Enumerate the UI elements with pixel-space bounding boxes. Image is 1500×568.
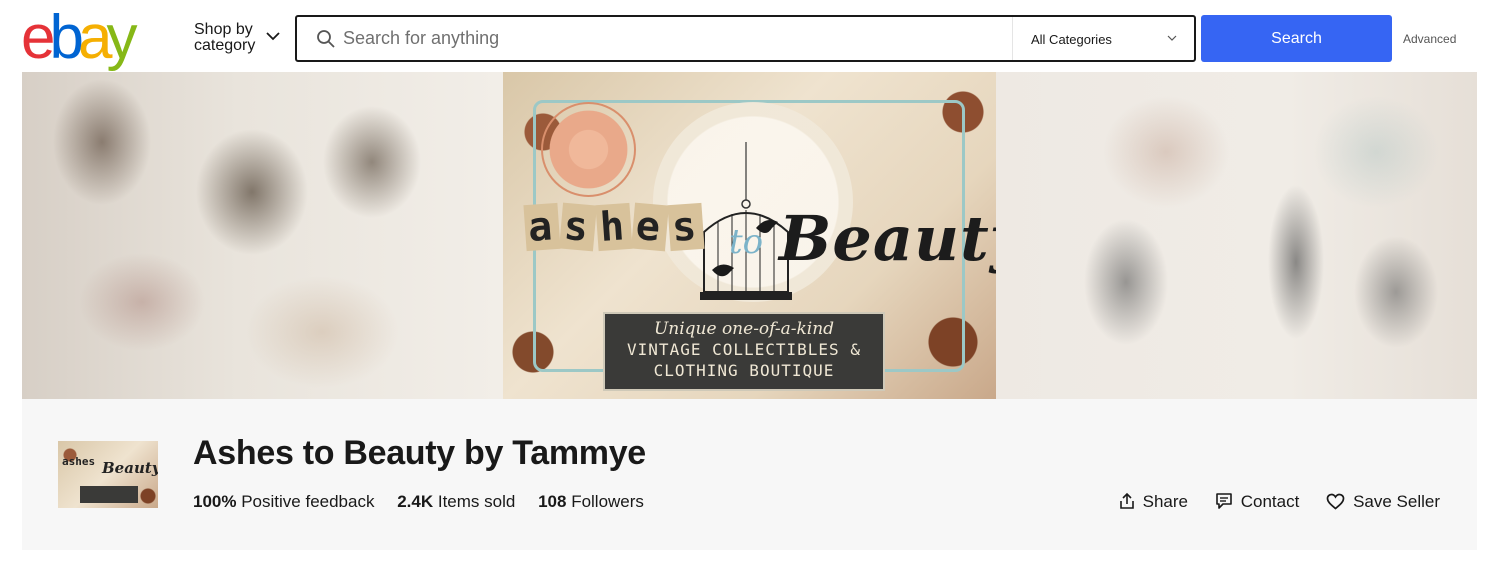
shop-by-category-button[interactable]: Shop by category: [194, 21, 280, 54]
banner-to-word: to: [729, 222, 764, 262]
avatar-ashes-word: ashes: [62, 455, 95, 468]
save-seller-button[interactable]: Save Seller: [1326, 492, 1440, 512]
search-bar: All Categories: [295, 15, 1196, 62]
ashes-letter: s: [559, 202, 598, 252]
stat-value: 2.4K: [397, 492, 434, 511]
share-icon: [1119, 492, 1134, 509]
heart-icon: [1326, 493, 1345, 510]
search-button[interactable]: Search: [1201, 15, 1392, 62]
seller-avatar[interactable]: ashes Beauty: [58, 441, 158, 508]
contact-button[interactable]: Contact: [1215, 492, 1300, 512]
stat-items-sold: 2.4K Items sold: [397, 492, 515, 512]
seller-name: Ashes to Beauty by Tammye: [193, 434, 646, 472]
shop-by-category-label: Shop by category: [194, 21, 256, 54]
ashes-letter: e: [81, 455, 89, 468]
ashes-letter: s: [88, 455, 96, 468]
banner-line-2: CLOTHING BOUTIQUE: [653, 361, 835, 380]
ashes-letter: a: [523, 202, 561, 252]
save-seller-label: Save Seller: [1353, 492, 1440, 511]
banner-line-1: VINTAGE COLLECTIBLES &: [627, 340, 861, 359]
share-button[interactable]: Share: [1119, 492, 1188, 512]
ashes-letter: a: [62, 455, 69, 468]
banner-artwork: ashes to Beauty Unique one-of-a-kind VIN…: [503, 72, 1026, 399]
contact-label: Contact: [1240, 492, 1300, 511]
magnifier-icon: [317, 30, 335, 48]
avatar-beauty-word: Beauty: [102, 459, 158, 477]
logo-letter-b: b: [49, 3, 84, 72]
advanced-search-link[interactable]: Advanced: [1403, 32, 1456, 46]
banner-plaque: Unique one-of-a-kind VINTAGE COLLECTIBLE…: [603, 312, 885, 391]
share-label: Share: [1142, 492, 1188, 511]
seller-info-bar: ashes Beauty Ashes to Beauty by Tammye 1…: [22, 399, 1477, 550]
ashes-letter: s: [667, 202, 706, 252]
ashes-letter: h: [595, 202, 633, 252]
chevron-down-icon: [1167, 35, 1177, 41]
banner-blurred-background-right: [996, 72, 1477, 399]
search-input[interactable]: [343, 17, 1003, 60]
category-select-value: All Categories: [1031, 32, 1112, 47]
banner-blurred-background-left: [22, 72, 503, 399]
ashes-letter: h: [75, 455, 82, 468]
seller-stats: 100% Positive feedback 2.4K Items sold 1…: [193, 492, 662, 512]
category-select[interactable]: All Categories: [1012, 17, 1194, 60]
logo-letter-e: e: [21, 3, 56, 72]
rose-graphic: [541, 102, 636, 197]
stat-value: 100%: [193, 492, 237, 511]
stat-value: 108: [538, 492, 567, 511]
logo-letter-a: a: [77, 3, 113, 72]
stat-label: Followers: [571, 492, 644, 511]
chat-icon: [1215, 493, 1232, 509]
banner-beauty-word: Beauty: [779, 202, 1027, 275]
ashes-letter: e: [631, 202, 670, 252]
ebay-logo[interactable]: ebay: [21, 3, 137, 72]
site-header: ebay Shop by category All Categories Sea…: [0, 0, 1500, 72]
stat-label: Positive feedback: [241, 492, 375, 511]
logo-letter-y: y: [106, 3, 137, 72]
avatar-plaque: [80, 486, 138, 503]
stat-label: Items sold: [437, 492, 516, 511]
seller-actions: Share Contact Save Seller: [1097, 492, 1440, 512]
banner-ashes-word: ashes: [523, 184, 706, 252]
chevron-down-icon: [266, 32, 280, 41]
banner-tagline: Unique one-of-a-kind: [653, 319, 835, 339]
stat-followers: 108 Followers: [538, 492, 644, 512]
stat-positive-feedback: 100% Positive feedback: [193, 492, 374, 512]
store-banner: ashes to Beauty Unique one-of-a-kind VIN…: [22, 72, 1477, 399]
